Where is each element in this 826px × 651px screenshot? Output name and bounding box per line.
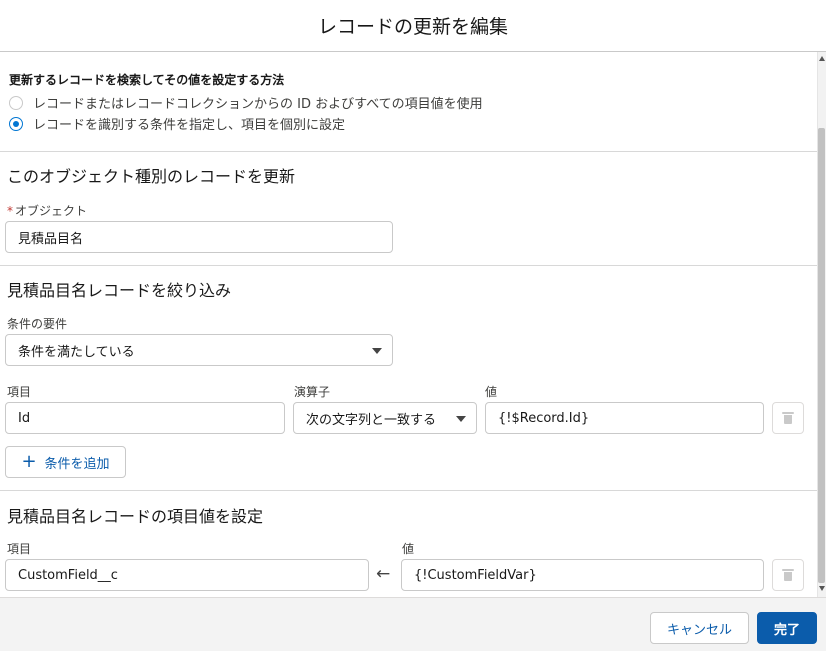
object-label: * オブジェクト bbox=[7, 202, 87, 219]
modal-title: レコードの更新を編集 bbox=[317, 16, 508, 38]
divider bbox=[0, 490, 817, 491]
object-input[interactable]: 見積品目名 bbox=[5, 221, 393, 253]
value-column-label: 値 bbox=[485, 385, 498, 399]
scroll-down-icon[interactable] bbox=[819, 586, 825, 591]
modal-footer: キャンセル 完了 bbox=[0, 597, 826, 651]
done-button[interactable]: 完了 bbox=[757, 612, 817, 644]
modal-body: 更新するレコードを検索してその値を設定する方法 レコードまたはレコードコレクショ… bbox=[0, 52, 826, 597]
set-field-column-label: 項目 bbox=[7, 542, 32, 556]
set-value-input[interactable]: {!CustomFieldVar} bbox=[401, 559, 764, 591]
filter-operator-select[interactable]: 次の文字列と一致する bbox=[293, 402, 477, 434]
radio-option-label: レコードまたはレコードコレクションからの ID およびすべての項目値を使用 bbox=[33, 97, 483, 112]
condition-requirement-label: 条件の要件 bbox=[7, 317, 68, 331]
add-condition-button[interactable]: + 条件を追加 bbox=[5, 446, 126, 478]
set-field-input[interactable]: CustomField__c bbox=[5, 559, 369, 591]
filter-value-input[interactable]: {!$Record.Id} bbox=[485, 402, 764, 434]
trash-icon bbox=[782, 569, 794, 581]
radio-button-selected[interactable] bbox=[9, 116, 23, 131]
filter-field-input[interactable]: Id bbox=[5, 402, 285, 434]
divider bbox=[0, 265, 817, 266]
object-label-text: オブジェクト bbox=[15, 204, 88, 218]
caret-down-icon bbox=[372, 348, 382, 354]
operator-column-label: 演算子 bbox=[294, 385, 331, 399]
trash-icon bbox=[782, 412, 794, 424]
radio-option-label: レコードを識別する条件を指定し、項目を個別に設定 bbox=[33, 118, 346, 133]
condition-requirement-value: 条件を満たしている bbox=[18, 344, 135, 360]
object-section-title: このオブジェクト種別のレコードを更新 bbox=[7, 167, 296, 186]
scrollbar-thumb[interactable] bbox=[818, 128, 825, 583]
set-value-column-label: 値 bbox=[402, 542, 415, 556]
scroll-up-icon[interactable] bbox=[819, 56, 825, 61]
set-values-section-title: 見積品目名レコードの項目値を設定 bbox=[7, 507, 264, 526]
divider bbox=[0, 151, 817, 152]
arrow-left-icon: ← bbox=[376, 564, 391, 584]
delete-assignment-button[interactable] bbox=[772, 559, 804, 591]
caret-down-icon bbox=[456, 416, 466, 422]
radio-option-use-id[interactable]: レコードまたはレコードコレクションからの ID およびすべての項目値を使用 bbox=[9, 93, 483, 112]
plus-icon: + bbox=[21, 451, 37, 472]
method-label: 更新するレコードを検索してその値を設定する方法 bbox=[9, 73, 285, 87]
radio-option-specify-conditions[interactable]: レコードを識別する条件を指定し、項目を個別に設定 bbox=[9, 114, 345, 133]
radio-button[interactable] bbox=[9, 95, 23, 110]
required-mark: * bbox=[7, 204, 13, 218]
add-condition-label: 条件を追加 bbox=[44, 456, 110, 472]
filter-operator-value: 次の文字列と一致する bbox=[306, 412, 437, 428]
field-column-label: 項目 bbox=[7, 385, 32, 399]
filter-section-title: 見積品目名レコードを絞り込み bbox=[7, 281, 232, 300]
cancel-button[interactable]: キャンセル bbox=[650, 612, 749, 644]
delete-condition-button[interactable] bbox=[772, 402, 804, 434]
condition-requirement-select[interactable]: 条件を満たしている bbox=[5, 334, 393, 366]
modal-header: レコードの更新を編集 bbox=[0, 0, 826, 52]
